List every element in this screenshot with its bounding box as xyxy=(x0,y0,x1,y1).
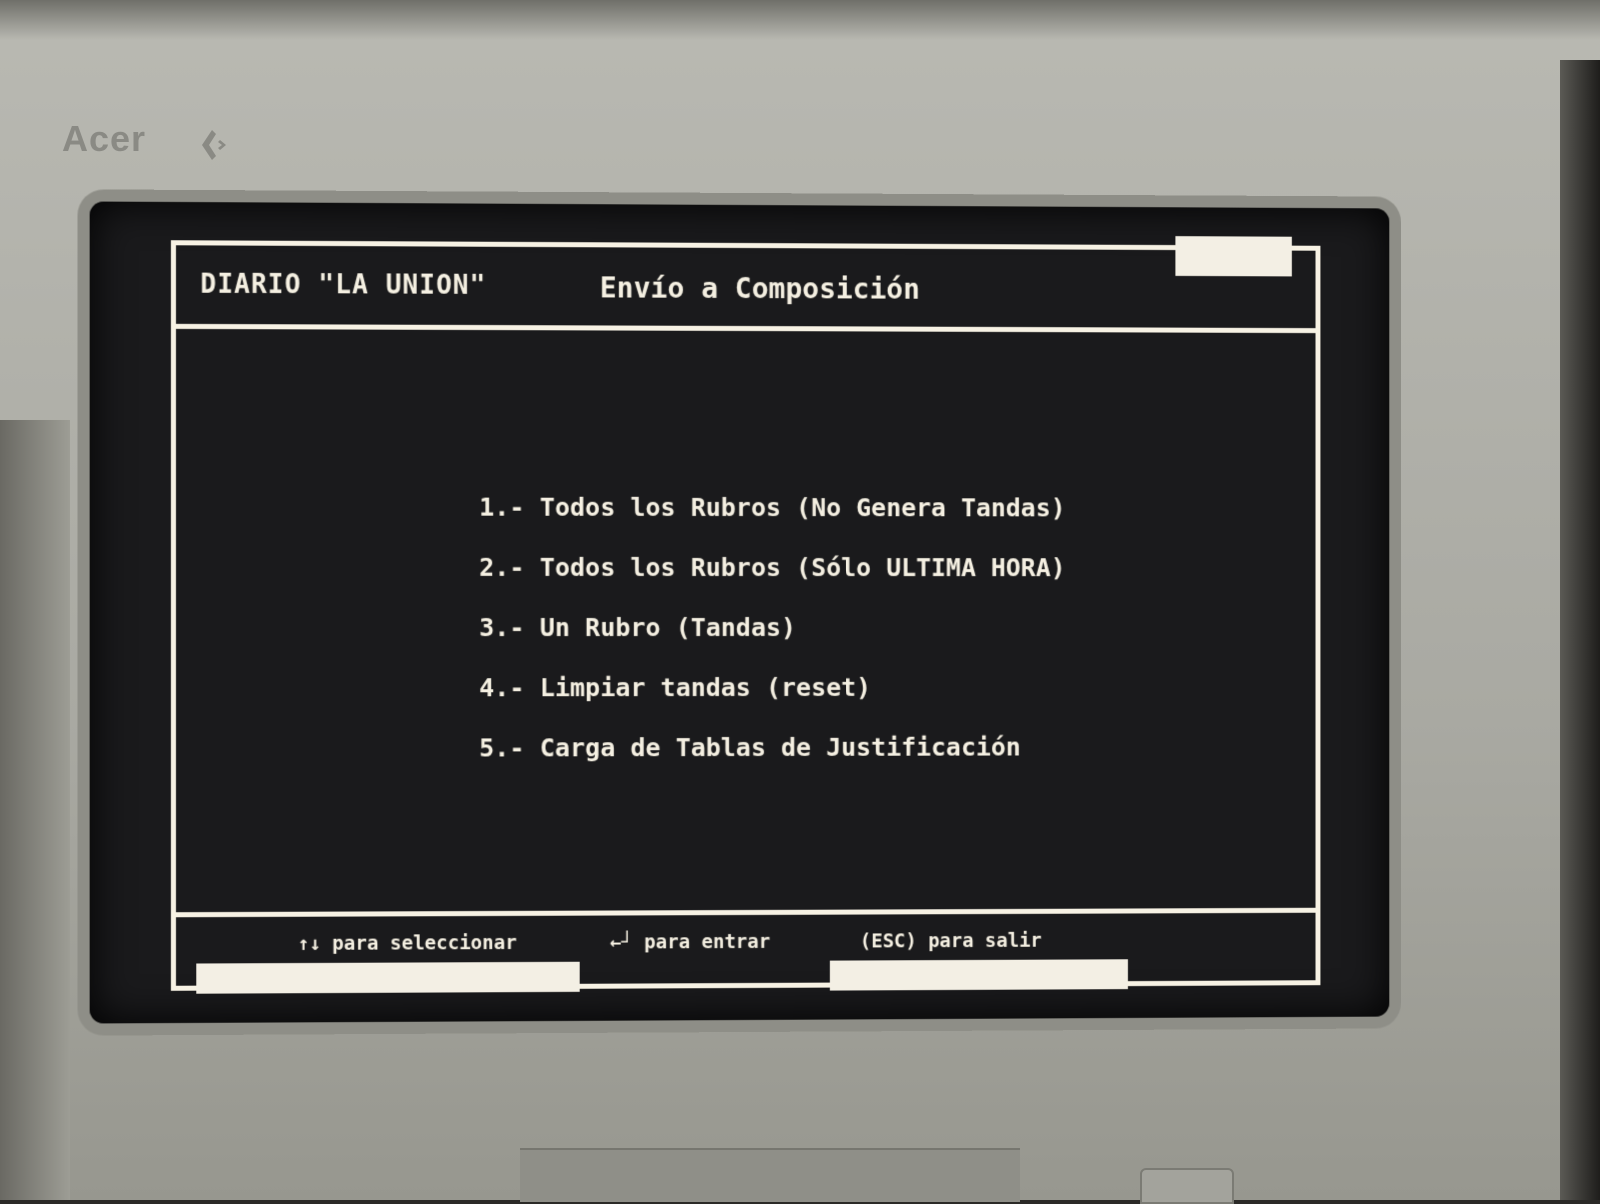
monitor-brand-logo: Acer xyxy=(62,118,146,160)
footer-highlight-left xyxy=(196,962,579,994)
acer-logo-icon xyxy=(198,128,232,162)
power-button[interactable] xyxy=(1140,1168,1234,1204)
footer-bar: ↑↓ para seleccionar ←┘ para entrar (ESC)… xyxy=(176,908,1316,986)
menu-item-carga-tablas-justificacion[interactable]: 5.- Carga de Tablas de Justificación xyxy=(479,718,1065,779)
select-hint: ↑↓ para seleccionar xyxy=(298,932,517,955)
bezel-bottom-lip xyxy=(520,1148,1020,1202)
bezel-top-strip xyxy=(0,0,1600,40)
corner-highlight-block xyxy=(1175,236,1291,276)
screen-title: Envío a Composición xyxy=(600,271,920,305)
bezel-right-shadow xyxy=(1560,60,1600,1200)
menu-item-todos-rubros-no-tandas[interactable]: 1.- Todos los Rubros (No Genera Tandas) xyxy=(479,478,1065,539)
monitor-bezel: Acer DIARIO "LA UNION" Envío a Composici… xyxy=(0,0,1600,1200)
bezel-left-edge xyxy=(0,420,70,1200)
menu-item-todos-rubros-ultima-hora[interactable]: 2.- Todos los Rubros (Sólo ULTIMA HORA) xyxy=(479,538,1065,598)
enter-hint: ←┘ para entrar xyxy=(610,931,770,954)
app-title: DIARIO "LA UNION" xyxy=(200,270,486,301)
dos-window-frame: DIARIO "LA UNION" Envío a Composición 1.… xyxy=(171,240,1321,991)
footer-highlight-right xyxy=(830,959,1128,990)
main-menu: 1.- Todos los Rubros (No Genera Tandas) … xyxy=(479,478,1065,779)
crt-screen: DIARIO "LA UNION" Envío a Composición 1.… xyxy=(90,202,1390,1024)
menu-item-un-rubro-tandas[interactable]: 3.- Un Rubro (Tandas) xyxy=(479,598,1065,658)
menu-item-limpiar-tandas[interactable]: 4.- Limpiar tandas (reset) xyxy=(479,658,1065,719)
exit-hint: (ESC) para salir xyxy=(860,930,1042,953)
header-bar: DIARIO "LA UNION" Envío a Composición xyxy=(176,245,1316,333)
